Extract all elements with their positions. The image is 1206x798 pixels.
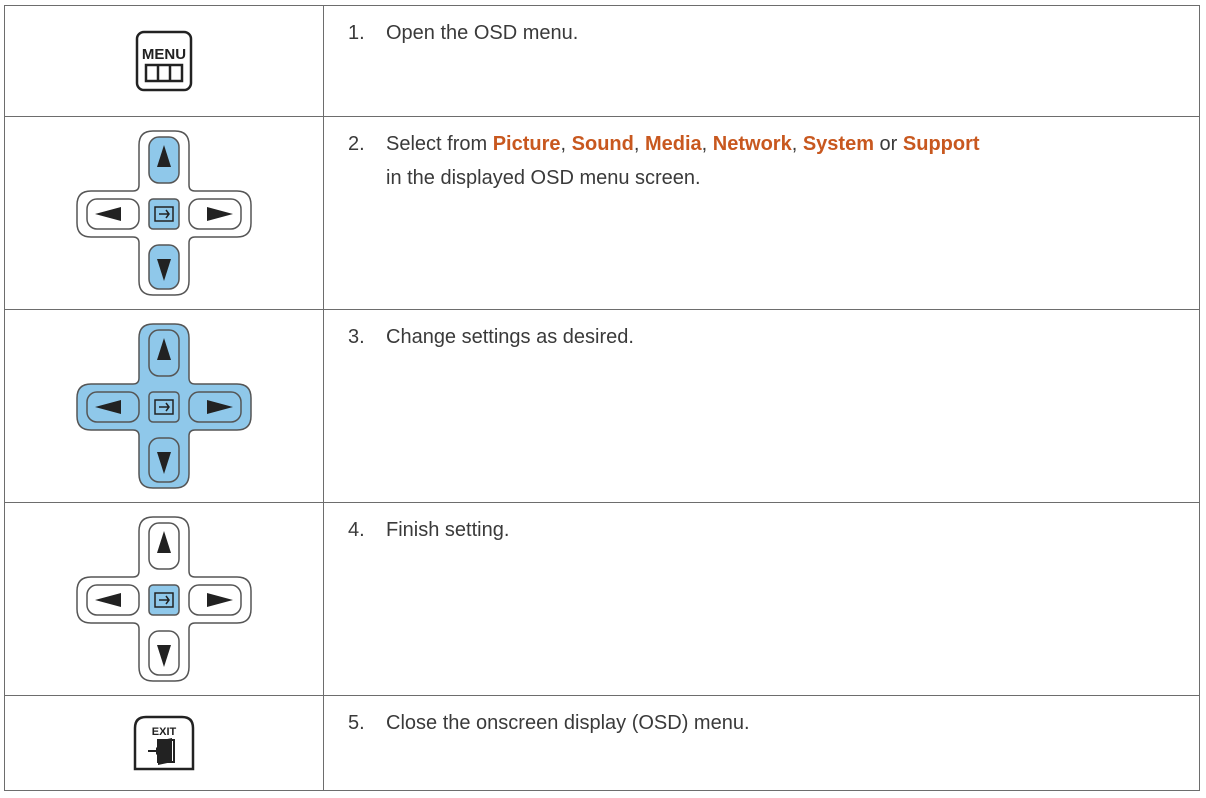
step-text: Select from Picture, Sound, Media, Netwo… xyxy=(386,133,980,189)
step-text-cell: 4. Finish setting. xyxy=(323,502,1200,696)
step-row: 2. Select from Picture, Sound, Media, Ne… xyxy=(4,116,1200,310)
step-text-cell: 2. Select from Picture, Sound, Media, Ne… xyxy=(323,116,1200,310)
step-row: 3. Change settings as desired. xyxy=(4,309,1200,503)
step-number: 2. xyxy=(348,133,365,155)
step-number: 5. xyxy=(348,712,365,734)
menu-item-network: Network xyxy=(712,133,792,155)
menu-item-support: Support xyxy=(902,133,980,155)
menu-button-icon: MENU xyxy=(135,30,193,92)
step-icon-cell: EXIT xyxy=(4,695,324,791)
step-number: 4. xyxy=(348,519,365,541)
svg-text:EXIT: EXIT xyxy=(152,726,177,738)
step-number: 3. xyxy=(348,326,365,348)
menu-item-picture: Picture xyxy=(492,133,561,155)
step-icon-cell xyxy=(4,116,324,310)
step-text: Open the OSD menu. xyxy=(386,22,579,44)
step-text: Change settings as desired. xyxy=(386,326,634,348)
dpad-icon xyxy=(76,323,252,489)
step-text: Finish setting. xyxy=(386,519,510,541)
dpad-icon xyxy=(76,516,252,682)
step-row: 4. Finish setting. xyxy=(4,502,1200,696)
step-row: EXIT 5. Close the onscreen display (OSD)… xyxy=(4,695,1200,791)
menu-item-sound: Sound xyxy=(571,133,634,155)
step-icon-cell xyxy=(4,309,324,503)
step-number: 1. xyxy=(348,22,365,44)
step-text: Close the onscreen display (OSD) menu. xyxy=(386,712,750,734)
step-text-cell: 1. Open the OSD menu. xyxy=(323,5,1200,117)
svg-text:MENU: MENU xyxy=(142,46,186,63)
osd-steps-table: MENU 1. Open the OSD menu. 2. Select fro… xyxy=(4,5,1200,791)
menu-item-media: Media xyxy=(644,133,702,155)
step-row: MENU 1. Open the OSD menu. xyxy=(4,5,1200,117)
step-text-cell: 3. Change settings as desired. xyxy=(323,309,1200,503)
step-icon-cell xyxy=(4,502,324,696)
step-icon-cell: MENU xyxy=(4,5,324,117)
step-text-cell: 5. Close the onscreen display (OSD) menu… xyxy=(323,695,1200,791)
dpad-icon xyxy=(76,130,252,296)
menu-item-system: System xyxy=(802,133,874,155)
exit-button-icon: EXIT xyxy=(133,715,195,771)
